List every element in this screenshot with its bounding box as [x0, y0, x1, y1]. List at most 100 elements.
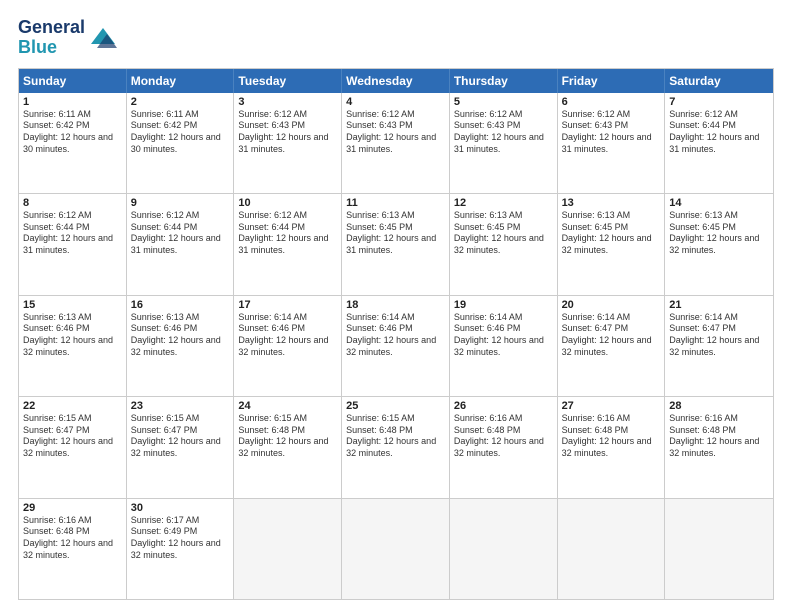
calendar-cell [234, 499, 342, 599]
cell-info: Sunrise: 6:11 AMSunset: 6:42 PMDaylight:… [23, 109, 122, 156]
calendar-cell: 5Sunrise: 6:12 AMSunset: 6:43 PMDaylight… [450, 93, 558, 193]
logo-icon [89, 24, 117, 52]
calendar-cell: 21Sunrise: 6:14 AMSunset: 6:47 PMDayligh… [665, 296, 773, 396]
page: GeneralBlue SundayMondayTuesdayWednesday… [0, 0, 792, 612]
day-number: 26 [454, 400, 553, 412]
calendar-body: 1Sunrise: 6:11 AMSunset: 6:42 PMDaylight… [19, 93, 773, 599]
calendar-cell: 8Sunrise: 6:12 AMSunset: 6:44 PMDaylight… [19, 194, 127, 294]
calendar-cell: 11Sunrise: 6:13 AMSunset: 6:45 PMDayligh… [342, 194, 450, 294]
calendar-cell: 22Sunrise: 6:15 AMSunset: 6:47 PMDayligh… [19, 397, 127, 497]
cell-info: Sunrise: 6:13 AMSunset: 6:45 PMDaylight:… [346, 210, 445, 257]
calendar-cell: 19Sunrise: 6:14 AMSunset: 6:46 PMDayligh… [450, 296, 558, 396]
calendar-cell: 4Sunrise: 6:12 AMSunset: 6:43 PMDaylight… [342, 93, 450, 193]
cell-info: Sunrise: 6:16 AMSunset: 6:48 PMDaylight:… [454, 413, 553, 460]
cell-info: Sunrise: 6:12 AMSunset: 6:43 PMDaylight:… [454, 109, 553, 156]
cell-info: Sunrise: 6:15 AMSunset: 6:48 PMDaylight:… [346, 413, 445, 460]
calendar-row: 1Sunrise: 6:11 AMSunset: 6:42 PMDaylight… [19, 93, 773, 193]
cell-info: Sunrise: 6:12 AMSunset: 6:44 PMDaylight:… [238, 210, 337, 257]
calendar-cell: 30Sunrise: 6:17 AMSunset: 6:49 PMDayligh… [127, 499, 235, 599]
logo: GeneralBlue [18, 18, 117, 58]
cell-info: Sunrise: 6:12 AMSunset: 6:43 PMDaylight:… [238, 109, 337, 156]
cell-info: Sunrise: 6:13 AMSunset: 6:45 PMDaylight:… [669, 210, 769, 257]
cell-info: Sunrise: 6:16 AMSunset: 6:48 PMDaylight:… [562, 413, 661, 460]
cell-info: Sunrise: 6:16 AMSunset: 6:48 PMDaylight:… [669, 413, 769, 460]
day-number: 21 [669, 299, 769, 311]
day-number: 24 [238, 400, 337, 412]
calendar-header-cell: Friday [558, 69, 666, 93]
calendar-cell: 13Sunrise: 6:13 AMSunset: 6:45 PMDayligh… [558, 194, 666, 294]
day-number: 23 [131, 400, 230, 412]
day-number: 11 [346, 197, 445, 209]
day-number: 14 [669, 197, 769, 209]
calendar: SundayMondayTuesdayWednesdayThursdayFrid… [18, 68, 774, 600]
header: GeneralBlue [18, 18, 774, 58]
calendar-header-cell: Thursday [450, 69, 558, 93]
calendar-cell: 23Sunrise: 6:15 AMSunset: 6:47 PMDayligh… [127, 397, 235, 497]
cell-info: Sunrise: 6:13 AMSunset: 6:46 PMDaylight:… [23, 312, 122, 359]
calendar-cell: 15Sunrise: 6:13 AMSunset: 6:46 PMDayligh… [19, 296, 127, 396]
calendar-header-cell: Saturday [665, 69, 773, 93]
calendar-cell: 6Sunrise: 6:12 AMSunset: 6:43 PMDaylight… [558, 93, 666, 193]
cell-info: Sunrise: 6:14 AMSunset: 6:46 PMDaylight:… [346, 312, 445, 359]
logo-text: GeneralBlue [18, 18, 85, 58]
day-number: 7 [669, 96, 769, 108]
calendar-cell: 2Sunrise: 6:11 AMSunset: 6:42 PMDaylight… [127, 93, 235, 193]
cell-info: Sunrise: 6:16 AMSunset: 6:48 PMDaylight:… [23, 515, 122, 562]
day-number: 5 [454, 96, 553, 108]
day-number: 13 [562, 197, 661, 209]
day-number: 20 [562, 299, 661, 311]
calendar-cell [665, 499, 773, 599]
cell-info: Sunrise: 6:15 AMSunset: 6:47 PMDaylight:… [131, 413, 230, 460]
calendar-cell: 7Sunrise: 6:12 AMSunset: 6:44 PMDaylight… [665, 93, 773, 193]
calendar-header-cell: Monday [127, 69, 235, 93]
cell-info: Sunrise: 6:13 AMSunset: 6:45 PMDaylight:… [562, 210, 661, 257]
calendar-cell: 9Sunrise: 6:12 AMSunset: 6:44 PMDaylight… [127, 194, 235, 294]
calendar-cell [558, 499, 666, 599]
day-number: 27 [562, 400, 661, 412]
calendar-cell: 24Sunrise: 6:15 AMSunset: 6:48 PMDayligh… [234, 397, 342, 497]
calendar-header-cell: Tuesday [234, 69, 342, 93]
calendar-cell [450, 499, 558, 599]
day-number: 25 [346, 400, 445, 412]
day-number: 3 [238, 96, 337, 108]
logo-blue: Blue [18, 37, 57, 57]
calendar-cell: 12Sunrise: 6:13 AMSunset: 6:45 PMDayligh… [450, 194, 558, 294]
day-number: 19 [454, 299, 553, 311]
calendar-header-cell: Sunday [19, 69, 127, 93]
calendar-cell: 14Sunrise: 6:13 AMSunset: 6:45 PMDayligh… [665, 194, 773, 294]
cell-info: Sunrise: 6:12 AMSunset: 6:44 PMDaylight:… [669, 109, 769, 156]
day-number: 12 [454, 197, 553, 209]
calendar-cell: 16Sunrise: 6:13 AMSunset: 6:46 PMDayligh… [127, 296, 235, 396]
calendar-row: 29Sunrise: 6:16 AMSunset: 6:48 PMDayligh… [19, 498, 773, 599]
cell-info: Sunrise: 6:11 AMSunset: 6:42 PMDaylight:… [131, 109, 230, 156]
calendar-cell: 27Sunrise: 6:16 AMSunset: 6:48 PMDayligh… [558, 397, 666, 497]
day-number: 9 [131, 197, 230, 209]
calendar-row: 8 Sunrise: 6:12 AMSunset: 6:44 PMDaylight… [19, 193, 773, 294]
day-number: 22 [23, 400, 122, 412]
calendar-cell: 17Sunrise: 6:14 AMSunset: 6:46 PMDayligh… [234, 296, 342, 396]
calendar-cell [342, 499, 450, 599]
cell-info: Sunrise: 6:14 AMSunset: 6:46 PMDaylight:… [454, 312, 553, 359]
day-number: 4 [346, 96, 445, 108]
day-number: 17 [238, 299, 337, 311]
cell-info: Sunrise: 6:14 AMSunset: 6:46 PMDaylight:… [238, 312, 337, 359]
day-number: 18 [346, 299, 445, 311]
calendar-cell: 3Sunrise: 6:12 AMSunset: 6:43 PMDaylight… [234, 93, 342, 193]
calendar-cell: 26Sunrise: 6:16 AMSunset: 6:48 PMDayligh… [450, 397, 558, 497]
cell-info: Sunrise: 6:13 AMSunset: 6:45 PMDaylight:… [454, 210, 553, 257]
cell-info: Sunrise: 6:13 AMSunset: 6:46 PMDaylight:… [131, 312, 230, 359]
day-number: 2 [131, 96, 230, 108]
cell-info: Sunrise: 6:17 AMSunset: 6:49 PMDaylight:… [131, 515, 230, 562]
day-number: 8 [23, 197, 122, 209]
calendar-cell: 25Sunrise: 6:15 AMSunset: 6:48 PMDayligh… [342, 397, 450, 497]
day-number: 10 [238, 197, 337, 209]
day-number: 15 [23, 299, 122, 311]
day-number: 29 [23, 502, 122, 514]
cell-info: Sunrise: 6:12 AMSunset: 6:43 PMDaylight:… [562, 109, 661, 156]
cell-info: Sunrise: 6:15 AMSunset: 6:47 PMDaylight:… [23, 413, 122, 460]
day-number: 16 [131, 299, 230, 311]
cell-info: Sunrise: 6:15 AMSunset: 6:48 PMDaylight:… [238, 413, 337, 460]
calendar-cell: 29Sunrise: 6:16 AMSunset: 6:48 PMDayligh… [19, 499, 127, 599]
calendar-cell: 20Sunrise: 6:14 AMSunset: 6:47 PMDayligh… [558, 296, 666, 396]
day-number: 30 [131, 502, 230, 514]
